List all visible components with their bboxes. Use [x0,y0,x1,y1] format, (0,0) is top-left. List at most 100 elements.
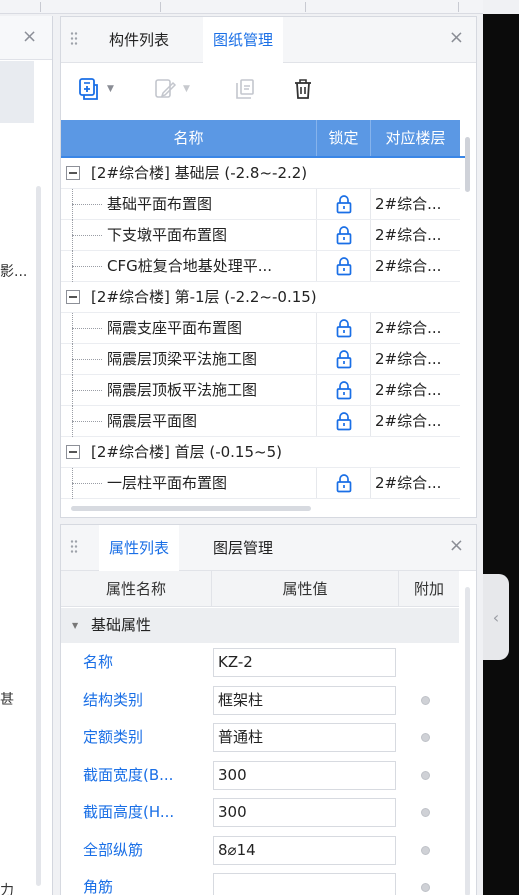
property-value-input[interactable]: 300 [213,798,396,827]
hscroll-thumb[interactable] [71,506,311,511]
drawing-floor: 2#综合... [375,195,442,213]
drawing-row[interactable]: 隔震层顶梁平法施工图 2#综合... [61,344,460,375]
property-name: 截面宽度(B... [83,765,174,784]
property-row: 截面高度(H... 300 [61,794,459,831]
drawing-name: 基础平面布置图 [107,195,213,213]
lock-icon[interactable] [317,220,370,250]
column-extra[interactable]: 附加 [398,571,459,607]
drawing-floor: 2#综合... [375,412,442,430]
lock-icon[interactable] [317,189,370,219]
edit-drawing-button[interactable]: ▼ [151,73,190,105]
collapse-box-icon[interactable] [66,445,80,459]
property-value-input[interactable] [213,873,396,895]
property-panel: 属性列表 图层管理 × 属性名称 属性值 附加 ▼ 基础属性 名称 KZ-2 结构类… [60,524,477,895]
chevron-down-icon[interactable]: ▼ [183,84,190,94]
cell-divider [370,220,371,250]
property-name: 名称 [83,653,114,671]
extra-radio[interactable] [421,808,430,817]
cell-divider [370,468,371,498]
cell-divider [370,313,371,343]
drawing-name: 一层柱平面布置图 [107,474,228,492]
left-panel-text: 力 [0,883,14,895]
column-name[interactable]: 名称 [61,120,316,156]
property-name: 截面高度(H... [83,803,175,821]
property-row: 定额类别 普通柱 [61,719,459,756]
collapse-arrow-icon[interactable]: ▼ [72,621,78,630]
drawing-panel: 构件列表 图纸管理 × ▼ ▼ 名称 锁定 对应楼层 [2#综合楼] 基础层 (… [60,16,477,518]
column-property-name[interactable]: 属性名称 [61,571,211,607]
tree-line [72,328,102,329]
column-floor[interactable]: 对应楼层 [370,120,460,156]
drawing-table-scrollbar[interactable] [465,137,470,192]
property-value-input[interactable]: 普通柱 [213,723,396,752]
tree-line [72,204,102,205]
extra-radio[interactable] [421,845,430,855]
drag-grip-icon[interactable] [70,539,78,555]
drawing-floor: 2#综合... [375,226,442,244]
delete-button[interactable] [289,73,317,105]
property-table-header: 属性名称 属性值 附加 [61,571,459,607]
close-icon[interactable]: × [449,536,464,556]
drawing-toolbar: ▼ ▼ [61,63,476,119]
left-panel-scrollbar[interactable] [36,186,41,886]
extra-radio[interactable] [421,733,430,742]
drawing-row[interactable]: 隔震层平面图 2#综合... [61,406,460,437]
property-value-input[interactable]: 框架柱 [213,685,396,715]
lock-icon[interactable] [317,375,370,405]
lock-icon[interactable] [317,251,370,281]
drag-grip-icon[interactable] [70,31,78,47]
property-value-input[interactable]: 8⌀14 [213,835,396,865]
property-value-input[interactable]: 300 [213,760,396,790]
collapse-handle[interactable]: ‹ [483,574,509,660]
drawing-group-row[interactable]: [2#综合楼] 首层 (-0.15~5) [61,437,460,468]
collapse-box-icon[interactable] [66,290,80,304]
extra-radio[interactable] [421,770,430,780]
drawing-row[interactable]: 基础平面布置图 2#综合... [61,189,460,220]
drawing-row[interactable]: 一层柱平面布置图 2#综合... [61,468,460,499]
drawing-row[interactable]: CFG桩复合地基处理平... 2#综合... [61,251,460,282]
drawing-table-hscroll[interactable] [61,505,476,513]
drawing-panel-tabbar: 构件列表 图纸管理 × [61,17,476,63]
tab-property-list[interactable]: 属性列表 [99,525,180,571]
drawing-row[interactable]: 下支墩平面布置图 2#综合... [61,220,460,251]
property-group-basic[interactable]: ▼ 基础属性 [61,608,459,643]
drawing-name: 隔震支座平面布置图 [107,319,243,337]
tab-layer-management[interactable]: 图层管理 [203,525,283,571]
split-drawing-button[interactable] [231,73,259,105]
cell-divider [370,251,371,281]
property-panel-tabbar: 属性列表 图层管理 × [61,525,476,571]
add-drawing-button[interactable]: ▼ [75,73,114,105]
left-panel-selected-row[interactable] [0,61,34,123]
tree-line [72,421,102,422]
drawing-floor: 2#综合... [375,350,442,368]
left-panel-close-icon[interactable]: × [22,26,37,47]
extra-radio[interactable] [421,695,430,705]
drawing-row[interactable]: 隔震支座平面布置图 2#综合... [61,313,460,344]
tree-line [72,235,102,236]
top-separator [160,2,161,12]
column-lock[interactable]: 锁定 [316,120,370,156]
drawing-floor: 2#综合... [375,381,442,399]
close-icon[interactable]: × [449,28,464,48]
property-scrollbar[interactable] [465,587,470,895]
canvas-area[interactable] [483,14,519,895]
lock-icon[interactable] [317,313,370,343]
drawing-group-row[interactable]: [2#综合楼] 第-1层 (-2.2~-0.15) [61,282,460,313]
lock-icon[interactable] [317,406,370,436]
tab-drawing-management[interactable]: 图纸管理 [203,17,284,63]
edit-drawing-icon [151,76,179,102]
drawing-row[interactable]: 隔震层顶板平法施工图 2#综合... [61,375,460,406]
collapse-box-icon[interactable] [66,166,80,180]
property-row: 截面宽度(B... 300 [61,757,459,794]
lock-icon[interactable] [317,344,370,374]
column-property-value[interactable]: 属性值 [211,571,398,607]
extra-radio[interactable] [421,883,430,892]
drawing-table-header: 名称 锁定 对应楼层 [61,120,460,156]
lock-icon[interactable] [317,468,370,498]
tab-component-list[interactable]: 构件列表 [99,17,179,63]
property-row: 结构类别 框架柱 [61,682,459,719]
property-value-input[interactable]: KZ-2 [213,648,396,677]
drawing-group-row[interactable]: [2#综合楼] 基础层 (-2.8~-2.2) [61,158,460,189]
drawing-name: 隔震层顶板平法施工图 [107,381,258,399]
chevron-down-icon[interactable]: ▼ [107,84,114,94]
